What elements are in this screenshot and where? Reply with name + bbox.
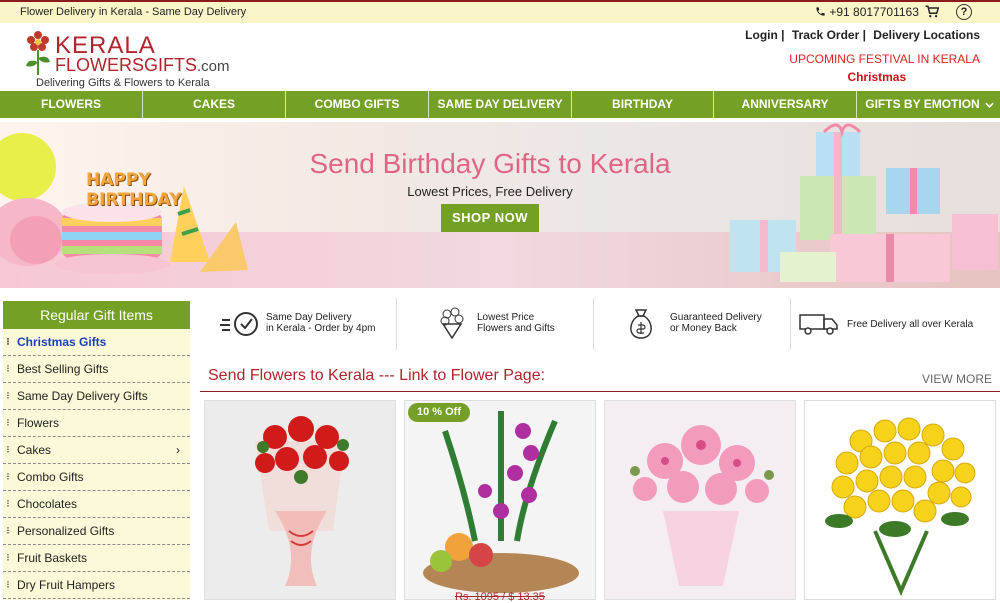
sidebar-item-label: Fruit Baskets	[17, 551, 88, 565]
sidebar-item-combo-gifts[interactable]: ⠇ Combo Gifts	[3, 464, 190, 491]
feature-text: Same Day Delivery	[266, 312, 352, 323]
phone-number: +91 8017701163	[829, 5, 919, 19]
discount-badge: 10 % Off	[408, 403, 471, 422]
sidebar-heading: Regular Gift Items	[3, 301, 190, 329]
fast-clock-icon	[220, 312, 258, 336]
sidebar-item-label: Christmas Gifts	[17, 335, 107, 349]
product-card-yellow-roses[interactable]	[804, 400, 996, 600]
money-bag-icon	[630, 309, 652, 339]
feature-text: Guaranteed Delivery	[670, 312, 762, 323]
sidebar-item-flowers[interactable]: ⠇ Flowers	[3, 410, 190, 437]
sidebar-item-label: Chocolates	[17, 497, 78, 511]
feature-free-delivery: Free Delivery all over Kerala	[791, 298, 1000, 350]
sidebar-item-same-day[interactable]: ⠇ Same Day Delivery Gifts	[3, 383, 190, 410]
hero-banner[interactable]: HAPPY BIRTHDAY Send Birthday Gifts to Ke…	[0, 122, 1000, 288]
bullet-icon: ⠇	[6, 526, 13, 536]
logo-line2: FLOWERSGIFTS.com	[55, 55, 230, 75]
sidebar-item-label: Dry Fruit Hampers	[17, 578, 116, 592]
product-old-price: Rs. 1095 / $ 13.35	[455, 591, 545, 603]
sidebar-item-label: Same Day Delivery Gifts	[17, 389, 148, 403]
bullet-icon: ⠇	[6, 337, 13, 347]
product-image	[605, 401, 795, 599]
cart-button[interactable]	[925, 5, 940, 21]
feature-lowest-price: Lowest Price Flowers and Gifts	[397, 298, 594, 350]
category-sidebar: Regular Gift Items ⠇ Christmas Gifts ⠇ Bes…	[3, 301, 190, 600]
flowers-section-header: Send Flowers to Kerala --- Link to Flowe…	[200, 367, 1000, 392]
banner-title: Send Birthday Gifts to Kerala	[309, 148, 671, 179]
bullet-icon: ⠇	[6, 445, 13, 455]
nav-anniversary[interactable]: ANNIVERSARY	[714, 91, 857, 118]
product-card-pink-lilies[interactable]	[604, 400, 796, 600]
delivery-locations-link[interactable]: Delivery Locations	[873, 28, 980, 42]
phone-icon	[816, 7, 825, 16]
feature-text: in Kerala - Order by 4pm	[266, 323, 376, 334]
logo-tagline: Delivering Gifts & Flowers to Kerala	[36, 77, 210, 89]
feature-text: Lowest Price	[477, 312, 535, 323]
product-image	[805, 401, 995, 599]
features-strip: Same Day Delivery in Kerala - Order by 4p…	[200, 298, 1000, 350]
bullet-icon: ⠇	[6, 391, 13, 401]
feature-text: Free Delivery all over Kerala	[847, 319, 974, 330]
bullet-icon: ⠇	[6, 364, 13, 374]
sidebar-item-best-selling[interactable]: ⠇ Best Selling Gifts	[3, 356, 190, 383]
top-bar: Flower Delivery in Kerala - Same Day Del…	[0, 0, 1000, 23]
sidebar-item-cakes[interactable]: ⠇ Cakes ›	[3, 437, 190, 464]
track-order-link[interactable]: Track Order |	[792, 28, 866, 42]
sidebar-item-dry-fruit-hampers[interactable]: ⠇ Dry Fruit Hampers	[3, 572, 190, 599]
delivery-truck-icon	[799, 314, 838, 335]
sidebar-item-label: Best Selling Gifts	[17, 362, 109, 376]
top-tagline: Flower Delivery in Kerala - Same Day Del…	[20, 6, 247, 18]
bullet-icon: ⠇	[6, 472, 13, 482]
banner-subtitle: Lowest Prices, Free Delivery	[407, 184, 573, 199]
product-image	[205, 401, 395, 599]
bullet-icon: ⠇	[6, 418, 13, 428]
sidebar-item-label: Cakes	[17, 443, 52, 457]
feature-text: or Money Back	[670, 323, 737, 334]
flower-logo-icon	[26, 31, 50, 75]
chevron-right-icon: ›	[176, 443, 180, 457]
chevron-down-icon	[985, 102, 994, 108]
sidebar-item-personalized[interactable]: ⠇ Personalized Gifts	[3, 518, 190, 545]
bullet-icon: ⠇	[6, 553, 13, 563]
sidebar-item-christmas-gifts[interactable]: ⠇ Christmas Gifts	[3, 329, 190, 356]
festival-banner[interactable]: UPCOMING FESTIVAL IN KERALA Christmas	[789, 52, 980, 84]
sidebar-item-label: Combo Gifts	[17, 470, 84, 484]
product-card-red-roses[interactable]	[204, 400, 396, 600]
phone-contact[interactable]: +91 8017701163	[815, 5, 919, 19]
cart-icon	[925, 5, 940, 18]
sidebar-item-fruit-baskets[interactable]: ⠇ Fruit Baskets	[3, 545, 190, 572]
nav-flowers[interactable]: FLOWERS	[0, 91, 143, 118]
nav-combo-gifts[interactable]: COMBO GIFTS	[286, 91, 429, 118]
product-image	[405, 401, 595, 599]
view-more-link[interactable]: VIEW MORE	[922, 372, 992, 386]
bullet-icon: ⠇	[6, 499, 13, 509]
feature-text: Flowers and Gifts	[477, 323, 555, 334]
product-card-orchids-fruit[interactable]: 10 % Off	[404, 400, 596, 600]
shop-now-button[interactable]: SHOP NOW	[441, 204, 539, 232]
nav-birthday[interactable]: BIRTHDAY	[572, 91, 714, 118]
bullet-icon: ⠇	[6, 580, 13, 590]
festival-name: Christmas	[847, 70, 907, 84]
feature-same-day: Same Day Delivery in Kerala - Order by 4p…	[200, 298, 397, 350]
main-nav: FLOWERS CAKES COMBO GIFTS SAME DAY DELIV…	[0, 91, 1000, 118]
gift-boxes-illustration	[730, 123, 998, 282]
section-title[interactable]: Send Flowers to Kerala --- Link to Flowe…	[208, 367, 545, 385]
sidebar-item-label: Flowers	[17, 416, 60, 430]
site-logo[interactable]: KERALA FLOWERSGIFTS.com Delivering Gifts…	[20, 26, 260, 92]
nav-same-day-delivery[interactable]: SAME DAY DELIVERY	[429, 91, 572, 118]
account-links: Login | Track Order | Delivery Locations	[741, 28, 980, 42]
login-link[interactable]: Login |	[745, 28, 784, 42]
festival-label: UPCOMING FESTIVAL IN KERALA	[789, 52, 980, 66]
nav-cakes[interactable]: CAKES	[143, 91, 286, 118]
nav-gifts-by-emotion[interactable]: GIFTS BY EMOTION	[857, 91, 1000, 118]
bouquet-icon	[440, 307, 464, 340]
sidebar-item-label: Personalized Gifts	[17, 524, 115, 538]
feature-guaranteed: Guaranteed Delivery or Money Back	[594, 298, 791, 350]
nav-gifts-by-emotion-label: GIFTS BY EMOTION	[865, 97, 980, 111]
help-icon[interactable]: ?	[956, 4, 972, 20]
sidebar-item-chocolates[interactable]: ⠇ Chocolates	[3, 491, 190, 518]
